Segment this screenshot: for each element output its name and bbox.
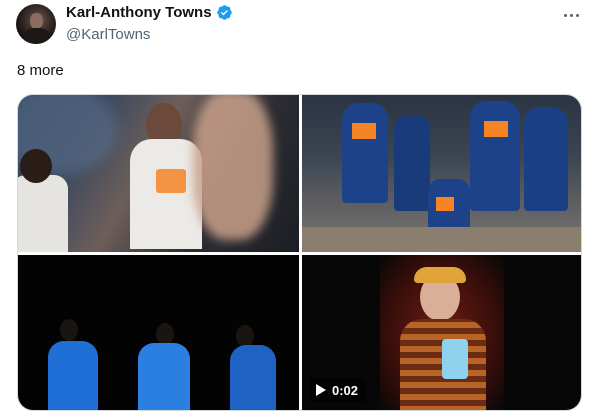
- play-icon: [316, 384, 326, 396]
- figure-head: [60, 319, 78, 341]
- media-photo-2[interactable]: [302, 95, 581, 252]
- teammate-jersey: [18, 175, 68, 252]
- orange-number-mark: [484, 121, 508, 137]
- author-display-name[interactable]: Karl-Anthony Towns: [66, 4, 212, 21]
- avatar-face: [30, 13, 43, 29]
- author-avatar[interactable]: [16, 4, 56, 44]
- figure-head: [236, 325, 254, 347]
- media-video[interactable]: 0:02: [302, 255, 581, 410]
- jersey-number-text: [156, 169, 186, 193]
- teammate-head: [20, 149, 52, 183]
- more-options-button[interactable]: [560, 4, 582, 26]
- author-handle[interactable]: @KarlTowns: [66, 26, 150, 43]
- figure-blue-warmup: [48, 341, 98, 410]
- person-cap: [414, 267, 466, 283]
- tweet-text: 8 more: [17, 62, 64, 79]
- player-blue-jersey: [342, 103, 388, 203]
- figure-head: [156, 323, 174, 345]
- video-duration-badge[interactable]: 0:02: [310, 378, 367, 402]
- player-white-jersey: [130, 139, 202, 249]
- player-blue-jersey: [524, 107, 568, 211]
- media-grid: 0:02: [17, 94, 582, 411]
- media-photo-3[interactable]: [18, 255, 299, 410]
- player-blue-jersey: [470, 101, 520, 211]
- author-name-row[interactable]: Karl-Anthony Towns: [66, 4, 233, 21]
- court-floor: [302, 227, 581, 252]
- figure-blue-warmup: [138, 343, 190, 410]
- more-dots-icon: [575, 13, 579, 17]
- more-dots-icon: [569, 13, 573, 17]
- orange-number-mark: [436, 197, 454, 211]
- orange-number-mark: [352, 123, 376, 139]
- phone-screen: [442, 339, 468, 379]
- more-dots-icon: [563, 13, 567, 17]
- media-photo-1[interactable]: [18, 95, 299, 252]
- foreground-blur: [193, 95, 273, 240]
- verified-badge-icon: [216, 5, 232, 20]
- avatar-body: [24, 28, 50, 44]
- player-blue-jersey: [394, 115, 430, 211]
- figure-blue-warmup: [230, 345, 276, 410]
- video-duration-text: 0:02: [332, 382, 359, 398]
